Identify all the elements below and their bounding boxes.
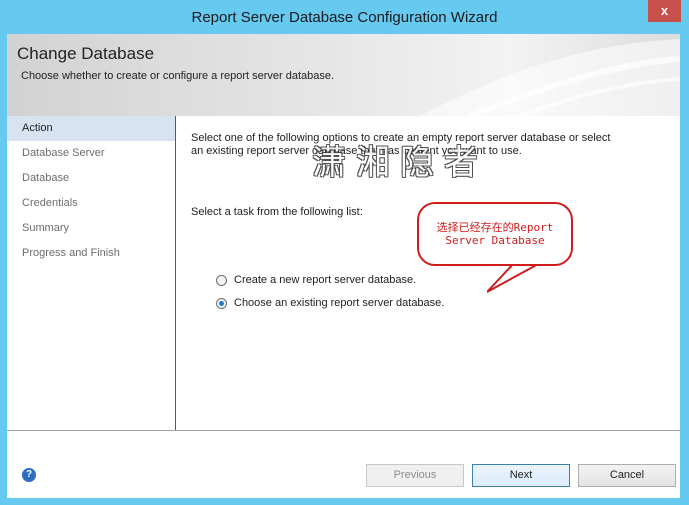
annotation-callout: 选择已经存在的Report Server Database bbox=[417, 202, 573, 266]
next-button[interactable]: Next bbox=[472, 464, 570, 487]
previous-button[interactable]: Previous bbox=[366, 464, 464, 487]
nav-item-credentials[interactable]: Credentials bbox=[7, 191, 175, 216]
page-title: Change Database bbox=[17, 44, 155, 63]
radio-create-new[interactable] bbox=[216, 274, 227, 286]
option-create-new[interactable]: Create a new report server database. bbox=[216, 272, 416, 288]
page-header: Change Database Choose whether to create… bbox=[7, 34, 680, 116]
wizard-steps-nav: Action Database Server Database Credenti… bbox=[7, 116, 176, 430]
close-button[interactable]: x bbox=[648, 0, 681, 22]
task-label: Select a task from the following list: bbox=[191, 206, 363, 218]
page-subtitle: Choose whether to create or configure a … bbox=[21, 70, 335, 82]
callout-tail bbox=[487, 262, 543, 293]
nav-item-database[interactable]: Database bbox=[7, 166, 175, 191]
nav-item-action[interactable]: Action bbox=[7, 116, 175, 141]
radio-choose-existing[interactable] bbox=[216, 297, 227, 309]
annotation-line-2: Server Database bbox=[445, 234, 545, 247]
annotation-line-1: 选择已经存在的Report bbox=[436, 221, 554, 234]
nav-item-database-server[interactable]: Database Server bbox=[7, 141, 175, 166]
help-icon[interactable]: ? bbox=[22, 468, 36, 482]
window-title: Report Server Database Configuration Wiz… bbox=[191, 9, 498, 26]
cancel-button[interactable]: Cancel bbox=[578, 464, 676, 487]
nav-item-summary[interactable]: Summary bbox=[7, 216, 175, 241]
option-choose-existing[interactable]: Choose an existing report server databas… bbox=[216, 295, 444, 311]
nav-item-progress-and-finish[interactable]: Progress and Finish bbox=[7, 241, 175, 266]
option-create-new-label: Create a new report server database. bbox=[234, 274, 417, 286]
watermark-text: 潇湘隐者 bbox=[312, 143, 488, 183]
option-choose-existing-label: Choose an existing report server databas… bbox=[234, 297, 445, 309]
footer-divider bbox=[7, 430, 680, 431]
header-swoosh-graphic bbox=[420, 39, 680, 116]
wizard-window: Report Server Database Configuration Wiz… bbox=[0, 0, 689, 505]
title-bar[interactable]: Report Server Database Configuration Wiz… bbox=[0, 0, 689, 34]
wizard-content: Change Database Choose whether to create… bbox=[7, 34, 680, 498]
